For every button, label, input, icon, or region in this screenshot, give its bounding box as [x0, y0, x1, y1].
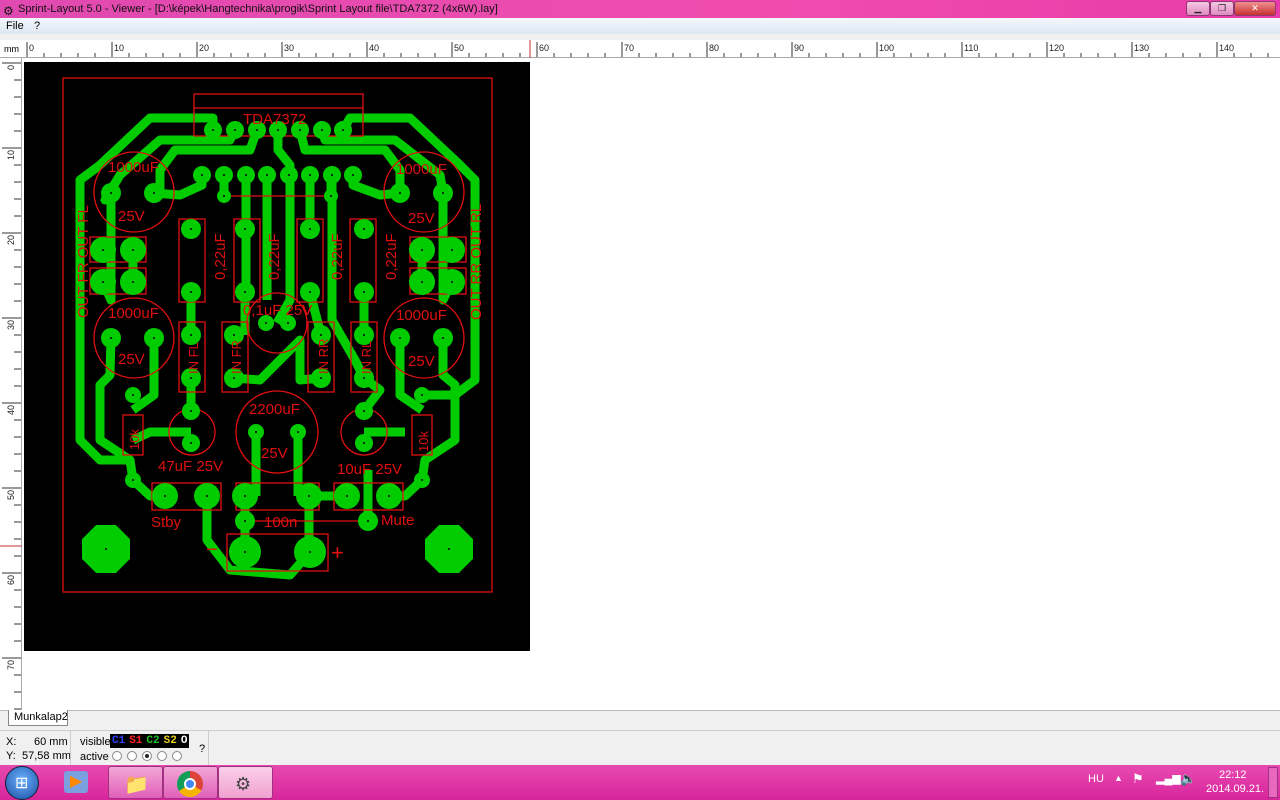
- layer-toggle-o[interactable]: O: [179, 734, 190, 748]
- media-player-icon[interactable]: ▶: [64, 771, 88, 793]
- cap-voltage: 25V: [118, 208, 145, 225]
- cap-label: 0,22uF: [266, 233, 283, 280]
- cap-voltage: 25V: [118, 351, 145, 368]
- folder-icon: 📁: [124, 774, 149, 796]
- cap-label: 1000uF: [396, 161, 447, 178]
- taskbar-explorer[interactable]: 📁: [108, 766, 163, 799]
- clock-time[interactable]: 22:12: [1219, 769, 1247, 781]
- cap-label: 100n: [264, 514, 297, 531]
- chrome-icon: [177, 771, 203, 797]
- taskbar-sprint-layout[interactable]: ⚙: [218, 766, 273, 799]
- cap-label: 1000uF: [108, 159, 159, 176]
- help-button[interactable]: ?: [199, 743, 205, 755]
- active-layer-radio-s1[interactable]: [127, 751, 137, 761]
- layer-toggle-s1[interactable]: S1: [127, 734, 144, 748]
- status-bar: X: 60 mm Y: 57,58 mm visible active C1 S1…: [0, 730, 1280, 766]
- taskbar: ⊞ ▶ 📁 ⚙ HU ▲ ⚑ ▂▄▆ 🔈 22:12 2014.09.21.: [0, 765, 1280, 800]
- active-layer-radio-c1[interactable]: [112, 751, 122, 761]
- show-hidden-icons[interactable]: ▲: [1114, 773, 1123, 783]
- resistor-label: 10k: [127, 429, 142, 450]
- tab-strip: [0, 710, 1280, 728]
- active-layer-radio-c2[interactable]: [142, 751, 152, 761]
- cap-label: 2200uF: [249, 401, 300, 418]
- layer-toggle-c1[interactable]: C1: [110, 734, 127, 748]
- network-icon[interactable]: ▂▄▆: [1156, 772, 1181, 785]
- input-label: IN RR: [316, 339, 331, 374]
- language-indicator[interactable]: HU: [1088, 773, 1104, 785]
- cap-label: 0,22uF: [383, 233, 400, 280]
- active-label: active: [80, 751, 109, 763]
- input-label: IN RL: [359, 341, 374, 374]
- visible-label: visible: [80, 736, 111, 748]
- active-layer-radio-o[interactable]: [172, 751, 182, 761]
- cap-label: 0,22uF: [212, 233, 229, 280]
- mute-label: Mute: [381, 512, 414, 529]
- start-button[interactable]: ⊞: [5, 766, 39, 800]
- layer-toggle-c2[interactable]: C2: [144, 734, 161, 748]
- volume-icon[interactable]: 🔈: [1180, 771, 1196, 787]
- active-layer-radio-s2[interactable]: [157, 751, 167, 761]
- cap-label: 1000uF: [108, 305, 159, 322]
- output-label-left: OUT FR OUT FL: [75, 205, 92, 318]
- action-center-flag-icon[interactable]: ⚑: [1132, 771, 1144, 787]
- x-label: X:: [6, 736, 17, 748]
- cap-voltage: 25V: [408, 210, 435, 227]
- cap-label: 1000uF: [396, 307, 447, 324]
- power-minus-label: −: [206, 539, 218, 561]
- x-value: 60 mm: [34, 736, 68, 748]
- layer-visibility: C1 S1 C2 S2 O: [110, 734, 190, 748]
- input-label: IN FR: [229, 340, 244, 374]
- sprint-layout-icon: ⚙: [235, 774, 252, 794]
- cap-label: 47uF 25V: [158, 458, 223, 475]
- windows-logo-icon: ⊞: [15, 775, 29, 792]
- show-desktop-button[interactable]: [1268, 767, 1278, 798]
- pcb-board[interactable]: TDA7372 1000uF 25V 1000uF 25V 1000uF 25V…: [0, 0, 1280, 800]
- output-label-right: OUT RR OUT RL: [468, 204, 485, 320]
- cap-voltage: 25V: [261, 445, 288, 462]
- ic-label: TDA7372: [243, 111, 306, 128]
- tab-munkalap2[interactable]: Munkalap2: [8, 710, 68, 726]
- cap-label: 0,22uF: [329, 233, 346, 280]
- input-label: IN FL: [186, 342, 201, 374]
- power-plus-label: +: [331, 540, 344, 565]
- y-label: Y:: [6, 750, 16, 762]
- resistor-label: 10k: [416, 431, 431, 452]
- cap-voltage: 25V: [408, 353, 435, 370]
- standby-label: Stby: [151, 514, 182, 531]
- active-layer-radios: [112, 751, 182, 761]
- clock-date[interactable]: 2014.09.21.: [1206, 783, 1264, 795]
- y-value: 57,58 mm: [22, 750, 71, 762]
- cap-label: 10uF 25V: [337, 461, 402, 478]
- cap-label: 0,1uF 25V: [243, 302, 312, 319]
- taskbar-chrome[interactable]: [163, 766, 218, 799]
- layer-toggle-s2[interactable]: S2: [162, 734, 179, 748]
